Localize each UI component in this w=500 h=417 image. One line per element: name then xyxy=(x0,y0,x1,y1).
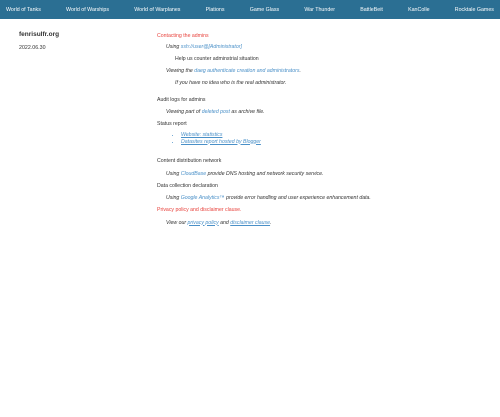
nav-item-kancolle[interactable]: KanColle xyxy=(408,7,430,13)
contacting-using-prefix: Using xyxy=(166,44,180,50)
disclaimer-clause-link[interactable]: disclaimer clause xyxy=(230,220,270,226)
contacting-viewing-prefix: Viewing the xyxy=(166,68,193,74)
contacting-using-row: Using ssh://user@[Administrator] xyxy=(157,44,487,51)
main-content: Contacting the admins Using ssh://user@[… xyxy=(157,33,487,226)
contacting-help-row: Help us counter adminstrial situation xyxy=(157,56,487,63)
cdn-row: Using CloudBase provide DNS hosting and … xyxy=(157,171,487,178)
privacy-policy-link[interactable]: privacy policy xyxy=(188,220,219,226)
contacting-note-row: If you have no idea who is the real admi… xyxy=(157,80,487,87)
nav-item-rocktale-games[interactable]: Rocktale Games xyxy=(455,7,494,13)
collection-suffix: provide error handling and user experien… xyxy=(226,195,371,201)
privacy-suffix: . xyxy=(270,219,272,226)
collection-heading: Data collection declaration xyxy=(157,182,218,189)
audit-suffix: as archive file. xyxy=(231,109,265,115)
nav-item-battlebeit[interactable]: BattleBeit xyxy=(360,7,383,13)
nav-item-plations[interactable]: Plations xyxy=(206,7,225,13)
contacting-viewing-link[interactable]: daeg authenticate creation and administr… xyxy=(194,68,299,74)
cdn-link[interactable]: CloudBase xyxy=(181,171,206,177)
status-heading: Status report xyxy=(157,121,187,127)
collection-prefix: Using xyxy=(166,195,180,201)
nav-item-war-thunder[interactable]: War Thunder xyxy=(304,7,335,13)
nav-item-world-of-warships[interactable]: World of Warships xyxy=(66,7,109,13)
audit-link[interactable]: deleted post xyxy=(202,109,230,115)
status-link-website-statistics[interactable]: Website: statistics xyxy=(181,132,222,138)
collection-row: Using Google Analytics™ provide error ha… xyxy=(157,195,487,202)
contacting-help-text: Help us counter adminstrial situation xyxy=(175,56,259,62)
nav-item-game-glass[interactable]: Game Glass xyxy=(250,7,279,13)
sidebar: fenrisulfr.org 2022.06.30 xyxy=(19,31,139,51)
privacy-row: View our privacy policy and disclaimer c… xyxy=(157,220,487,227)
contacting-viewing-row: Viewing the daeg authenticate creation a… xyxy=(157,68,487,75)
audit-row: Viewing part of deleted post as archive … xyxy=(157,109,487,116)
privacy-middle: and xyxy=(220,219,229,226)
audit-prefix: Viewing part of xyxy=(166,109,201,115)
contacting-using-link[interactable]: ssh://user@[Administrator] xyxy=(181,44,242,50)
cdn-prefix: Using xyxy=(166,170,180,177)
status-list: Website: statistics Datasites report hos… xyxy=(157,132,487,145)
privacy-heading: Privacy policy and disclaimer clause. xyxy=(157,207,242,213)
nav-item-world-of-warplanes[interactable]: World of Warplanes xyxy=(134,7,180,13)
site-title[interactable]: fenrisulfr.org xyxy=(19,31,139,38)
contacting-viewing-suffix: . xyxy=(299,68,301,74)
site-date: 2022.06.30 xyxy=(19,45,46,51)
collection-link[interactable]: Google Analytics™ xyxy=(181,195,225,201)
nav-item-world-of-tanks[interactable]: World of Tanks xyxy=(6,7,41,13)
cdn-heading: Content distribution network xyxy=(157,158,222,164)
status-link-datasites-report[interactable]: Datasites report hosted by Blogger xyxy=(181,139,261,145)
contacting-heading: Contacting the admins xyxy=(157,33,209,39)
privacy-prefix: View our xyxy=(166,219,187,226)
contacting-note: If you have no idea who is the real admi… xyxy=(175,80,287,86)
cdn-suffix: provide DNS hosting and network security… xyxy=(207,170,324,177)
status-list-item: Datasites report hosted by Blogger xyxy=(181,139,487,146)
audit-heading: Audit logs for admins xyxy=(157,97,206,103)
top-navbar: World of Tanks World of Warships World o… xyxy=(0,0,500,19)
